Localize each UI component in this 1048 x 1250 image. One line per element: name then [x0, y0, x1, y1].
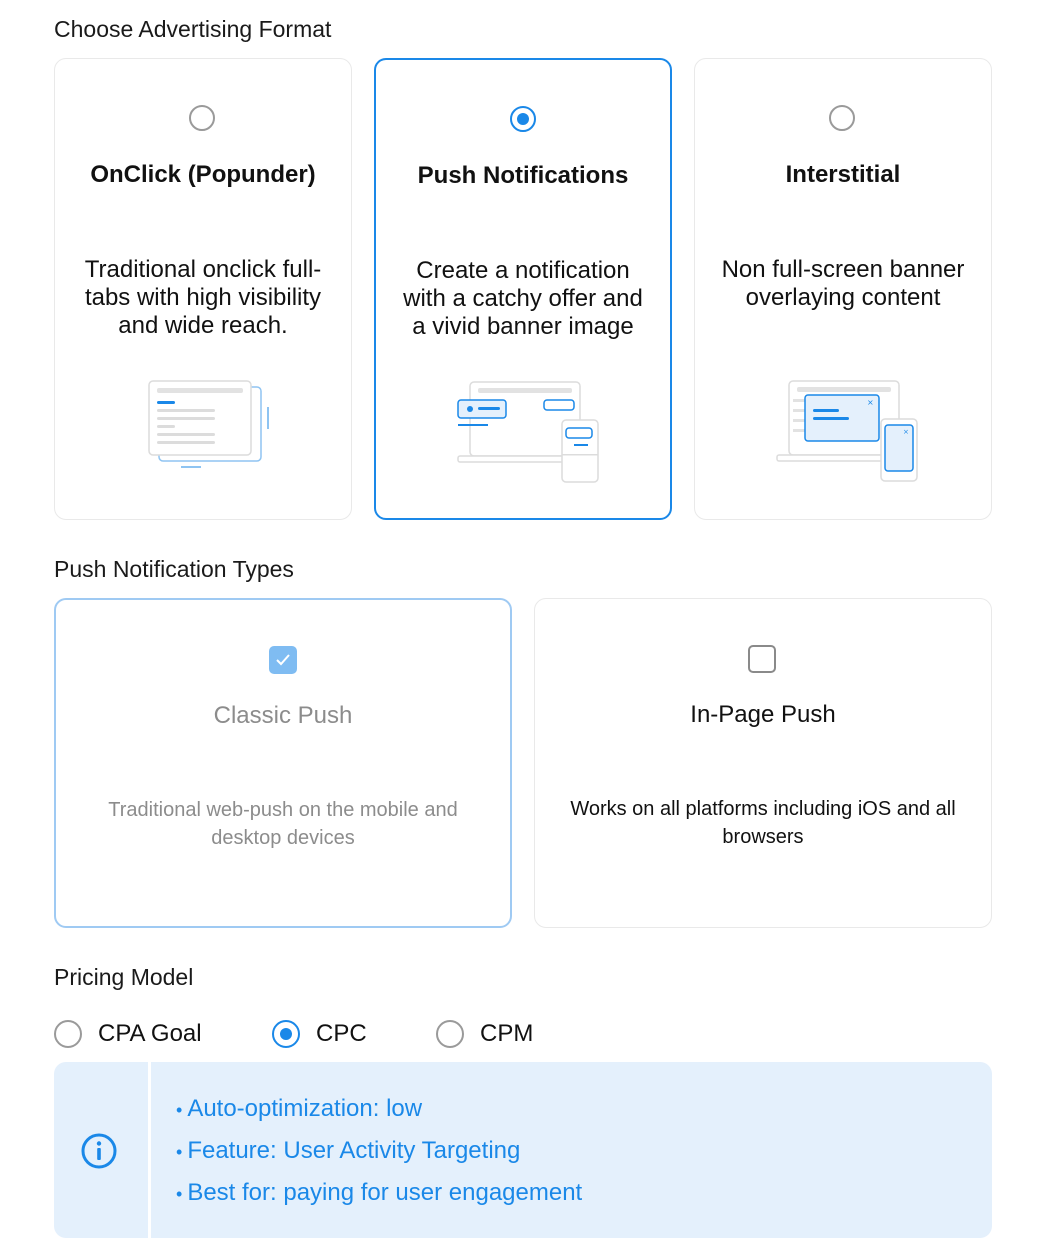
format-title-push: Push Notifications	[417, 162, 629, 189]
format-card-interstitial[interactable]: Interstitial Non full-screen banner over…	[694, 58, 992, 520]
format-radio-push[interactable]	[510, 106, 536, 132]
svg-text:×: ×	[867, 398, 874, 407]
info-item-feature: Feature: User Activity Targeting	[176, 1134, 582, 1176]
info-item-best-for: Best for: paying for user engagement	[176, 1176, 582, 1218]
push-type-title-classic: Classic Push	[213, 702, 353, 729]
push-types-section-title: Push Notification Types	[54, 556, 294, 582]
format-title-interstitial: Interstitial	[785, 161, 901, 188]
svg-text:×: ×	[903, 428, 909, 436]
info-divider	[148, 1062, 151, 1238]
pricing-label-cpa-goal: CPA Goal	[98, 1020, 202, 1047]
format-radio-interstitial[interactable]	[829, 105, 855, 131]
pricing-option-cpm[interactable]: CPM	[436, 1018, 533, 1050]
push-type-card-inpage[interactable]: In-Page Push Works on all platforms incl…	[534, 598, 992, 928]
push-type-title-inpage: In-Page Push	[690, 701, 836, 728]
format-desc-interstitial: Non full-screen banner overlaying conten…	[721, 256, 965, 311]
format-title-onclick: OnClick (Popunder)	[90, 161, 316, 188]
format-card-push[interactable]: Push Notifications Create a notification…	[374, 58, 672, 520]
popunder-illustration-icon	[148, 380, 269, 468]
push-type-desc-classic: Traditional web-push on the mobile and d…	[108, 799, 458, 849]
interstitial-illustration-icon: × ×	[776, 380, 918, 482]
pricing-section-title: Pricing Model	[54, 964, 194, 990]
format-radio-onclick[interactable]	[189, 105, 215, 131]
pricing-option-cpa-goal[interactable]: CPA Goal	[54, 1018, 202, 1050]
format-card-onclick[interactable]: OnClick (Popunder) Traditional onclick f…	[54, 58, 352, 520]
pricing-option-cpc[interactable]: CPC	[272, 1018, 367, 1050]
pricing-radio-cpm[interactable]	[436, 1020, 464, 1048]
pricing-radio-cpa-goal[interactable]	[54, 1020, 82, 1048]
pricing-label-cpm: CPM	[480, 1020, 534, 1047]
pricing-info-box: Auto-optimization: low Feature: User Act…	[54, 1062, 992, 1238]
push-type-card-classic[interactable]: Classic Push Traditional web-push on the…	[54, 598, 512, 928]
format-desc-push: Create a notification with a catchy offe…	[403, 257, 643, 340]
push-illustration-icon	[457, 381, 599, 483]
pricing-radio-cpc[interactable]	[272, 1020, 300, 1048]
info-item-optimization: Auto-optimization: low	[176, 1092, 582, 1134]
info-icon	[81, 1133, 117, 1169]
format-desc-onclick: Traditional onclick full- tabs with high…	[84, 256, 322, 339]
pricing-label-cpc: CPC	[316, 1020, 367, 1047]
format-section-title: Choose Advertising Format	[54, 16, 332, 42]
push-type-desc-inpage: Works on all platforms including iOS and…	[570, 798, 956, 848]
push-type-checkbox-classic[interactable]	[269, 646, 297, 674]
push-type-checkbox-inpage[interactable]	[748, 645, 776, 673]
info-list: Auto-optimization: low Feature: User Act…	[176, 1092, 582, 1218]
checkmark-icon	[276, 654, 290, 666]
